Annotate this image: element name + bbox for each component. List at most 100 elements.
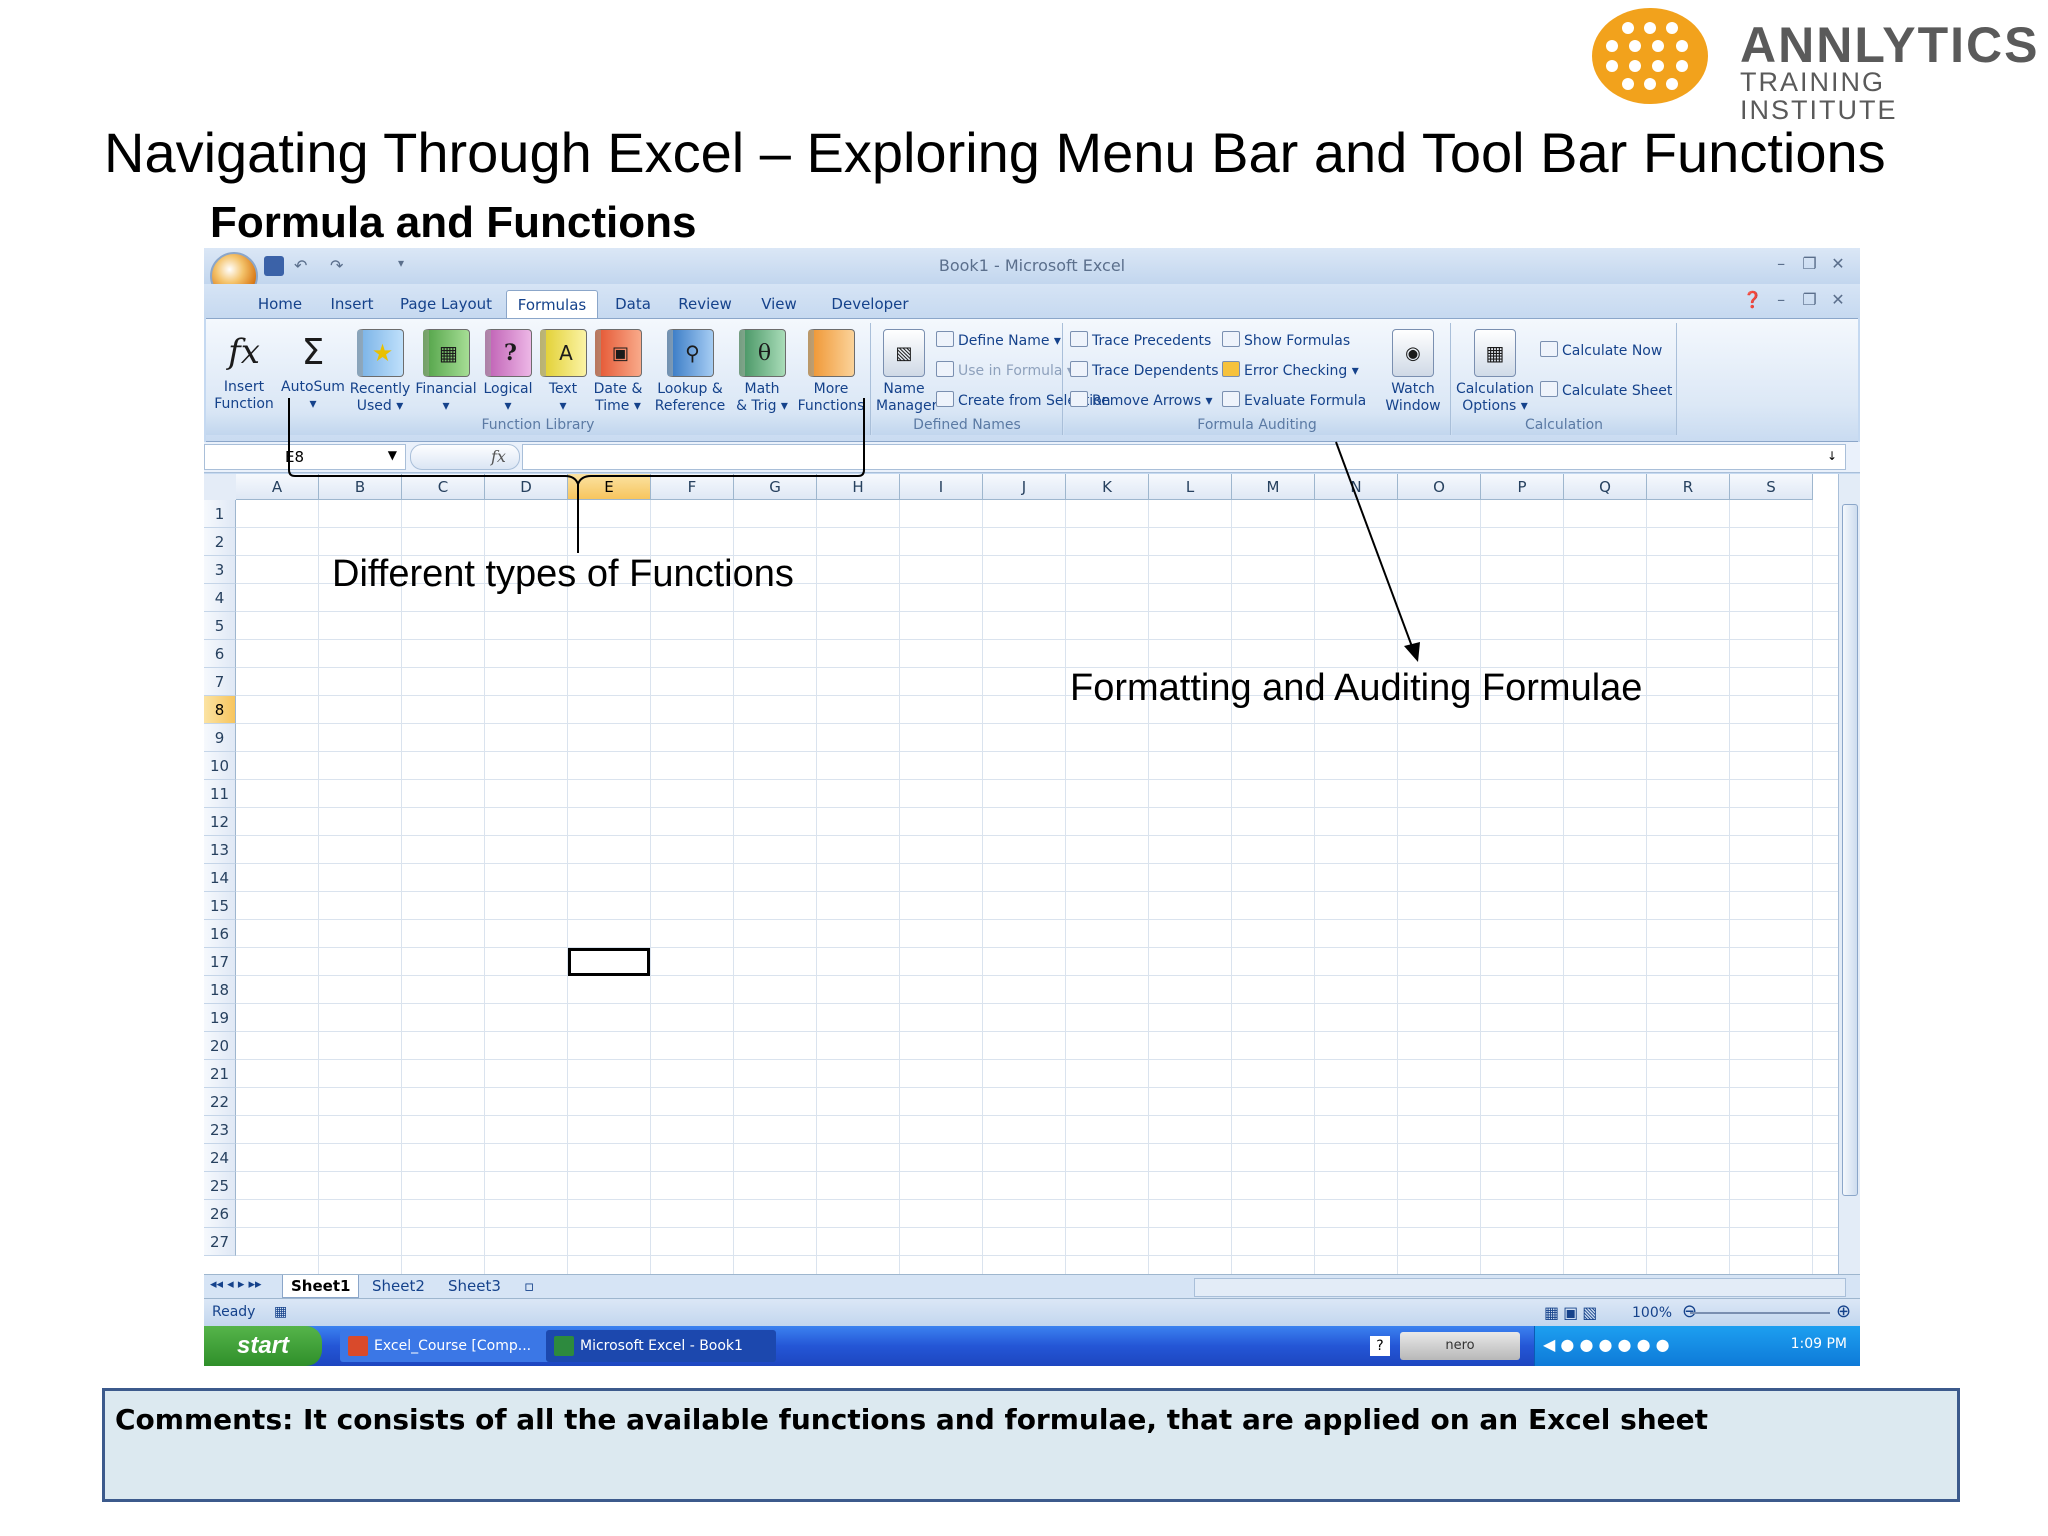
expand-formula-bar-icon[interactable]: ↓ (1827, 449, 1843, 469)
nero-search-box[interactable]: nero (1400, 1332, 1520, 1360)
column-header-n[interactable]: N (1315, 474, 1398, 500)
column-header-a[interactable]: A (236, 474, 319, 500)
select-all-corner[interactable] (204, 474, 237, 501)
sheet-tab-sheet2[interactable]: Sheet2 (364, 1275, 433, 1297)
row-header-12[interactable]: 12 (204, 808, 236, 836)
row-header-13[interactable]: 13 (204, 836, 236, 864)
date-time-button[interactable]: ▣ Date & Time ▾ (590, 329, 646, 415)
row-header-27[interactable]: 27 (204, 1228, 236, 1256)
taskbar-item-microsoft-excel[interactable]: Microsoft Excel - Book1 (546, 1330, 776, 1362)
tab-data[interactable]: Data (606, 290, 660, 318)
calculate-now-button[interactable]: Calculate Now (1540, 341, 1662, 361)
autosum-button[interactable]: Σ AutoSum ▾ (280, 329, 346, 413)
math-trig-button[interactable]: θ Math & Trig ▾ (732, 329, 792, 415)
wb-close-icon[interactable]: ✕ (1826, 290, 1850, 309)
zoom-in-icon[interactable]: ⊕ (1836, 1301, 1851, 1322)
row-header-7[interactable]: 7 (204, 668, 236, 696)
column-header-d[interactable]: D (485, 474, 568, 500)
restore-icon[interactable]: ❐ (1798, 254, 1822, 273)
evaluate-formula-button[interactable]: Evaluate Formula (1222, 391, 1366, 411)
trace-precedents-button[interactable]: Trace Precedents (1070, 331, 1211, 351)
insert-function-fx[interactable]: fx (410, 444, 520, 470)
wb-restore-icon[interactable]: ❐ (1798, 290, 1822, 309)
tab-review[interactable]: Review (672, 290, 738, 318)
remove-arrows-button[interactable]: Remove Arrows ▾ (1070, 391, 1213, 411)
tab-page-layout[interactable]: Page Layout (394, 290, 498, 318)
row-header-3[interactable]: 3 (204, 556, 236, 584)
help-icon[interactable]: ❓ (1741, 290, 1765, 309)
row-header-15[interactable]: 15 (204, 892, 236, 920)
row-header-10[interactable]: 10 (204, 752, 236, 780)
insert-sheet-icon[interactable]: ▫ (516, 1275, 542, 1297)
column-header-l[interactable]: L (1149, 474, 1232, 500)
column-header-g[interactable]: G (734, 474, 817, 500)
row-header-9[interactable]: 9 (204, 724, 236, 752)
column-header-b[interactable]: B (319, 474, 402, 500)
redo-icon[interactable]: ↷ (330, 256, 350, 276)
row-header-6[interactable]: 6 (204, 640, 236, 668)
zoom-level[interactable]: 100% (1632, 1305, 1672, 1321)
minimize-icon[interactable]: – (1769, 254, 1793, 273)
row-header-1[interactable]: 1 (204, 500, 236, 528)
tray-icons[interactable]: ◀ ● ● ● ● ● ● (1543, 1335, 1670, 1354)
row-header-22[interactable]: 22 (204, 1088, 236, 1116)
use-in-formula-button[interactable]: Use in Formula ▾ (936, 361, 1074, 381)
row-header-19[interactable]: 19 (204, 1004, 236, 1032)
row-header-14[interactable]: 14 (204, 864, 236, 892)
column-header-p[interactable]: P (1481, 474, 1564, 500)
recently-used-button[interactable]: ★ Recently Used ▾ (348, 329, 412, 415)
undo-icon[interactable]: ↶ (294, 256, 314, 276)
sheet-nav-arrows[interactable]: ◂◂ ◂ ▸ ▸▸ (210, 1277, 262, 1292)
financial-button[interactable]: ▦ Financial ▾ (414, 329, 478, 415)
column-header-k[interactable]: K (1066, 474, 1149, 500)
macro-record-icon[interactable]: ▦ (274, 1304, 287, 1320)
row-header-2[interactable]: 2 (204, 528, 236, 556)
row-header-18[interactable]: 18 (204, 976, 236, 1004)
vertical-scroll-thumb[interactable] (1842, 504, 1858, 1196)
error-checking-button[interactable]: Error Checking ▾ (1222, 361, 1359, 381)
taskbar-item-excel-course[interactable]: Excel_Course [Comp... (340, 1330, 570, 1362)
sheet-tab-sheet1[interactable]: Sheet1 (282, 1275, 360, 1298)
column-header-f[interactable]: F (651, 474, 734, 500)
trace-dependents-button[interactable]: Trace Dependents (1070, 361, 1219, 381)
wb-minimize-icon[interactable]: – (1769, 290, 1793, 309)
insert-function-button[interactable]: fx Insert Function (210, 329, 278, 413)
calculation-options-button[interactable]: ▦ Calculation Options ▾ (1454, 329, 1536, 415)
cell-area[interactable] (236, 500, 1838, 1274)
row-header-8[interactable]: 8 (204, 696, 236, 724)
row-header-23[interactable]: 23 (204, 1116, 236, 1144)
tab-insert[interactable]: Insert (322, 290, 382, 318)
column-header-q[interactable]: Q (1564, 474, 1647, 500)
view-buttons-icon[interactable]: ▦▣▧ (1544, 1303, 1601, 1322)
calculate-sheet-button[interactable]: Calculate Sheet (1540, 381, 1672, 401)
column-header-e[interactable]: E (568, 474, 651, 500)
column-header-r[interactable]: R (1647, 474, 1730, 500)
close-icon[interactable]: ✕ (1826, 254, 1850, 273)
row-header-17[interactable]: 17 (204, 948, 236, 976)
column-header-j[interactable]: J (983, 474, 1066, 500)
help-question-icon[interactable]: ? (1370, 1336, 1390, 1356)
start-button[interactable]: start (204, 1326, 322, 1366)
row-header-4[interactable]: 4 (204, 584, 236, 612)
row-header-5[interactable]: 5 (204, 612, 236, 640)
row-header-11[interactable]: 11 (204, 780, 236, 808)
row-header-20[interactable]: 20 (204, 1032, 236, 1060)
name-box[interactable]: E8 ▼ (204, 444, 406, 470)
sheet-tab-sheet3[interactable]: Sheet3 (440, 1275, 509, 1297)
tab-home[interactable]: Home (248, 290, 312, 318)
column-header-o[interactable]: O (1398, 474, 1481, 500)
column-header-m[interactable]: M (1232, 474, 1315, 500)
zoom-slider[interactable] (1690, 1312, 1830, 1314)
column-header-i[interactable]: I (900, 474, 983, 500)
customize-qat-icon[interactable]: ▾ (398, 256, 418, 276)
column-header-h[interactable]: H (817, 474, 900, 500)
row-header-16[interactable]: 16 (204, 920, 236, 948)
logical-button[interactable]: ? Logical ▾ (480, 329, 536, 415)
tab-view[interactable]: View (750, 290, 808, 318)
chevron-down-icon[interactable]: ▼ (388, 448, 397, 462)
horizontal-scrollbar[interactable] (1194, 1278, 1846, 1297)
column-header-s[interactable]: S (1730, 474, 1813, 500)
watch-window-button[interactable]: ◉ Watch Window (1382, 329, 1444, 415)
save-icon[interactable] (264, 256, 284, 276)
column-header-c[interactable]: C (402, 474, 485, 500)
